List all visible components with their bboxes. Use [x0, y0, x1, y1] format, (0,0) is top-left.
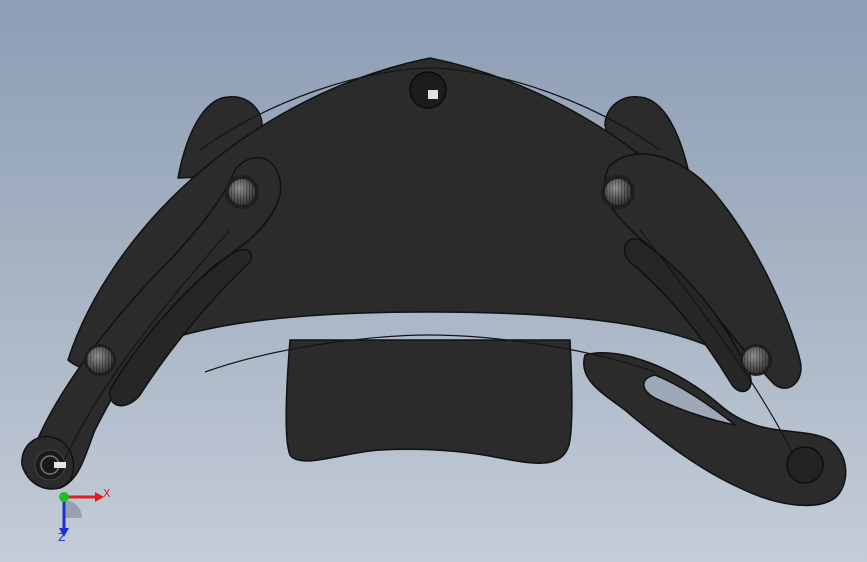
pin-lower-left — [84, 344, 116, 376]
coordinate-triad: X Z — [40, 480, 120, 550]
palm-tab — [285, 339, 573, 464]
pin-left-tip — [34, 449, 66, 481]
pin-upper-right — [601, 175, 635, 209]
axis-x-label: X — [103, 487, 111, 500]
axis-z-label: Z — [58, 531, 66, 544]
top-hole — [409, 71, 447, 109]
gripper-model[interactable] — [0, 0, 867, 562]
pin-upper-left — [225, 175, 259, 209]
cad-viewport[interactable]: X Z — [0, 0, 867, 562]
pin-right-tip — [786, 446, 824, 484]
pin-lower-right — [740, 344, 772, 376]
